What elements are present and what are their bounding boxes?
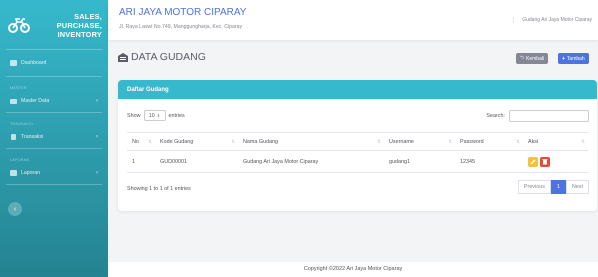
chevron-right-icon: › [96, 170, 98, 176]
plus-icon: + [562, 55, 565, 62]
divider [6, 184, 102, 185]
report-icon [10, 170, 17, 176]
brand[interactable]: SALES, PURCHASE, INVENTORY [0, 0, 108, 44]
reply-icon: ⮌ [520, 54, 525, 61]
brand-text: SALES, PURCHASE, INVENTORY [32, 12, 102, 39]
edit-button[interactable] [528, 156, 538, 167]
show-label: Show [127, 112, 141, 119]
cell-nama: Gudang Ari Jaya Motor Ciparay [238, 150, 384, 173]
entries-select[interactable]: 10 ⇕ [143, 110, 166, 121]
add-button[interactable]: + Tambah [558, 53, 589, 64]
warehouse-table: No ⇅ Kode Gudang ⇅ Nama Gudang ⇅ Username ⇅ … [127, 132, 588, 173]
entries-value: 10 [148, 112, 155, 119]
column-label: Nama Gudang [243, 138, 279, 145]
cell-password: 12345 [455, 150, 523, 173]
table-row: 1 GUD00001 Gudang Ari Jaya Motor Ciparay… [127, 150, 588, 173]
divider [6, 76, 102, 77]
table-info: Showing 1 to 1 of 1 entries [127, 186, 191, 192]
page-1-button[interactable]: 1 [550, 180, 566, 194]
chevron-right-icon: › [96, 134, 98, 140]
pagination: Previous 1 Next [517, 180, 589, 194]
sidebar-item-label: Laporan [21, 170, 41, 176]
sidebar-toggle-button[interactable]: ‹ [8, 202, 22, 216]
page-title-text: DATA GUDANG [131, 51, 206, 63]
delete-button[interactable] [540, 156, 550, 167]
sort-icon: ⇅ [581, 138, 585, 144]
cell-no: 1 [127, 150, 155, 173]
sort-icon: ⇅ [148, 138, 152, 144]
chevron-left-icon: ‹ [13, 205, 17, 213]
page-title: DATA GUDANG [118, 51, 206, 63]
sidebar-item-transaksi[interactable]: Transaksi › [0, 126, 108, 148]
sidebar-item-label: Dashboard [21, 60, 47, 66]
search-input[interactable] [509, 110, 589, 122]
search-label: Search: [486, 113, 505, 119]
user-menu[interactable]: Gudang Ari Jaya Motor Ciparay [513, 17, 592, 23]
sort-icon: ⇅ [448, 138, 452, 144]
column-header-kode[interactable]: Kode Gudang ⇅ [155, 132, 238, 151]
column-label: Password [460, 138, 484, 145]
chevron-right-icon: › [96, 98, 98, 104]
topbar: ARI JAYA MOTOR CIPARAY Jl. Raya Laswi No… [108, 0, 598, 40]
brand-line: INVENTORY [57, 29, 102, 39]
column-header-aksi[interactable]: Aksi ⇅ [523, 132, 588, 151]
cell-aksi [523, 150, 588, 173]
file-icon [10, 134, 17, 140]
next-page-button[interactable]: Next [565, 180, 589, 194]
column-header-nama[interactable]: Nama Gudang ⇅ [238, 132, 384, 151]
folder-icon [10, 98, 17, 104]
trash-icon [542, 158, 548, 164]
sort-icon: ⇅ [516, 138, 520, 144]
column-header-username[interactable]: Username ⇅ [384, 132, 455, 151]
entries-label: entries [168, 112, 185, 119]
sidebar-item-master-data[interactable]: Master Data › [0, 90, 108, 112]
brand-line: SALES, [74, 11, 102, 21]
store-title: ARI JAYA MOTOR CIPARAY [119, 7, 247, 18]
warehouse-list-card: Daftar Gudang Show 10 ⇕ entries Search: … [118, 80, 597, 211]
card-header: Daftar Gudang [118, 80, 597, 99]
cell-kode: GUD00001 [155, 150, 238, 173]
back-button[interactable]: ⮌ Kembali [516, 53, 549, 64]
table-search: Search: [486, 110, 589, 122]
sort-icon: ⇅ [377, 138, 381, 144]
sort-icon: ⇅ [231, 138, 235, 144]
sidebar-item-label: Master Data [21, 98, 50, 104]
sidebar-item-label: Transaksi [21, 134, 44, 140]
column-header-no[interactable]: No ⇅ [127, 132, 155, 151]
back-button-label: Kembali [526, 55, 545, 62]
divider [6, 112, 102, 113]
sidebar: SALES, PURCHASE, INVENTORY Dashboard MAS… [0, 0, 108, 277]
entries-length: Show 10 ⇕ entries [127, 110, 185, 121]
divider [6, 148, 102, 149]
column-header-password[interactable]: Password ⇅ [455, 132, 523, 151]
store-address: Jl. Raya Laswi No.749, Manggungharja, Ke… [119, 24, 243, 30]
warehouse-icon [118, 52, 128, 62]
column-label: Aksi [528, 138, 539, 145]
column-label: Username [389, 138, 414, 145]
brand-line: PURCHASE, [56, 20, 102, 30]
table-header-row: No ⇅ Kode Gudang ⇅ Nama Gudang ⇅ Username ⇅ … [127, 132, 588, 151]
footer: Copyright ©2022 Ari Jaya Motor Ciparay [108, 262, 598, 277]
column-label: No [132, 138, 139, 145]
sidebar-item-dashboard[interactable]: Dashboard [0, 50, 108, 76]
dashboard-icon [10, 60, 17, 66]
add-button-label: Tambah [566, 55, 585, 62]
column-label: Kode Gudang [160, 138, 194, 145]
chevron-updown-icon: ⇕ [156, 113, 161, 118]
motorcycle-icon [6, 14, 32, 36]
previous-page-button[interactable]: Previous [517, 180, 551, 194]
cell-username: gudang1 [384, 150, 455, 173]
sidebar-item-laporan[interactable]: Laporan › [0, 162, 108, 184]
pencil-icon [531, 159, 536, 164]
